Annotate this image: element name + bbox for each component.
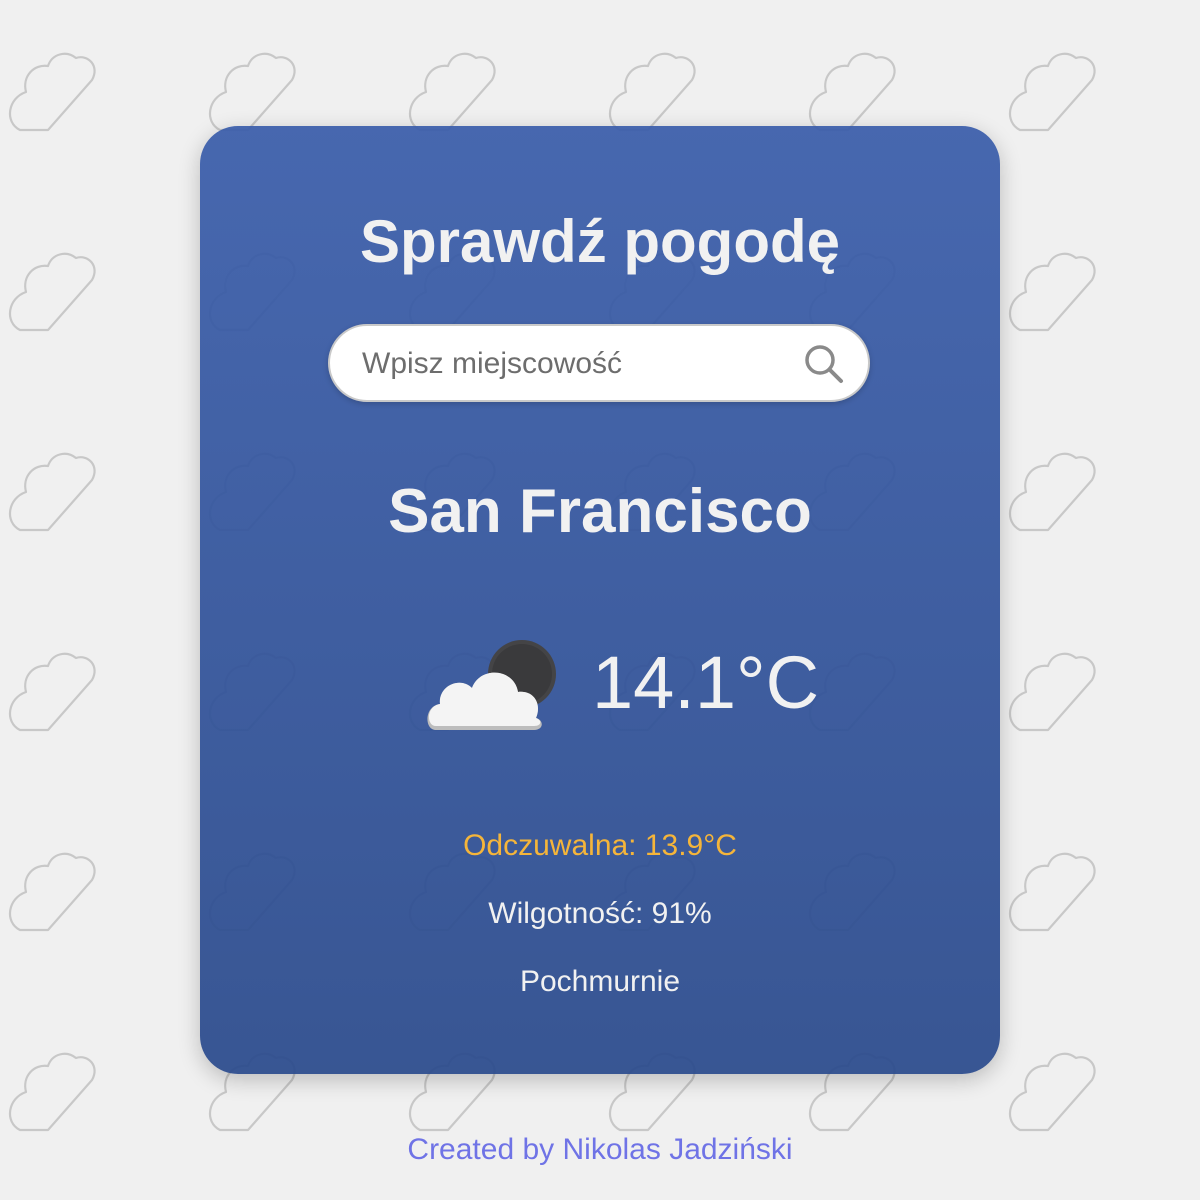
search-bar [328,324,870,402]
search-button[interactable] [802,342,846,386]
weather-description: Pochmurnie [519,965,681,998]
temperature-value: 14.1°C [592,641,820,724]
feels-like-value: Odczuwalna: 13.9°C [463,829,737,862]
city-name: San Francisco [388,477,812,546]
humidity-value: Wilgotność: 91% [488,897,712,930]
weather-card: Sprawdź pogodę San Francisco 14.1°C Odcz… [200,126,1000,1074]
cloud-night-icon [427,640,556,730]
page-title: Sprawdź pogodę [360,208,840,275]
city-search-input[interactable] [360,326,784,402]
search-icon [805,345,843,383]
footer-credit: Created by Nikolas Jadziński [407,1133,793,1166]
